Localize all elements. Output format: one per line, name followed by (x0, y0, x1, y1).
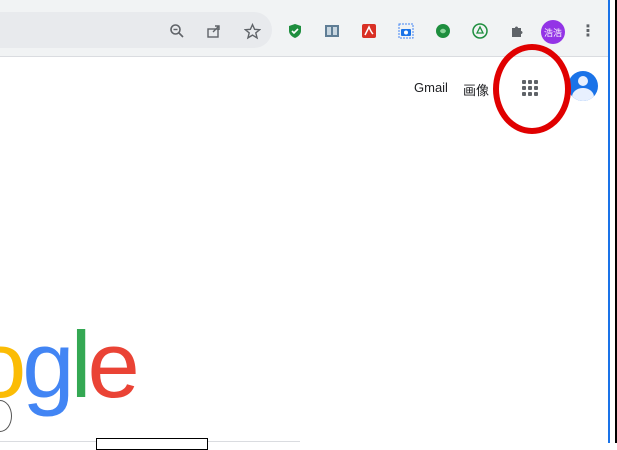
search-button[interactable] (96, 438, 208, 450)
profile-avatar-button[interactable]: 浩浩 (541, 20, 565, 44)
browser-window: 浩浩 ⋮ Gmail 画像 ogle (0, 0, 617, 450)
puzzle-extensions-icon[interactable] (508, 22, 526, 40)
logo-letter-l: l (70, 312, 92, 417)
account-avatar[interactable] (568, 71, 598, 101)
address-bar[interactable] (0, 12, 272, 48)
pdf-extension-icon[interactable] (360, 22, 378, 40)
images-link[interactable]: 画像 (463, 80, 491, 99)
screenshot-extension-icon[interactable] (397, 22, 415, 40)
red-circle-annotation (493, 44, 571, 134)
share-icon[interactable] (205, 22, 223, 40)
reader-extension-icon[interactable] (323, 22, 341, 40)
shield-extension-icon[interactable] (286, 22, 304, 40)
gmail-link[interactable]: Gmail (414, 80, 448, 95)
avatar-head (578, 76, 588, 86)
viewport-edge (608, 0, 610, 443)
profile-label: 浩浩 (543, 27, 562, 38)
avatar-body (572, 88, 594, 101)
browser-menu-icon[interactable]: ⋮ (579, 22, 597, 40)
bookmark-star-icon[interactable] (243, 22, 261, 40)
recycle-extension-icon[interactable] (471, 22, 489, 40)
google-logo: ogle (0, 312, 140, 417)
green-extension-icon[interactable] (434, 22, 452, 40)
logo-letter-e: e (87, 312, 139, 417)
logo-letter-g: g (22, 312, 74, 417)
zoom-icon[interactable] (168, 22, 186, 40)
logo-letter-o: o (0, 318, 26, 412)
